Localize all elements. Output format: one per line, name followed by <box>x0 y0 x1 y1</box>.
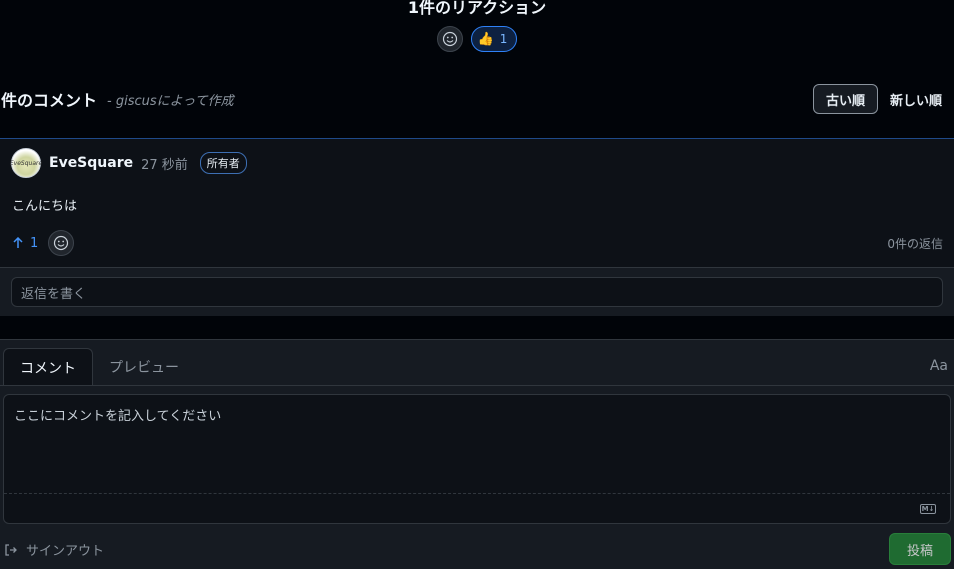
sort-group: 古い順 新しい順 <box>812 84 954 114</box>
reply-input[interactable]: 返信を書く <box>11 277 943 307</box>
comment-placeholder: ここにコメントを記入してください <box>14 409 222 424</box>
avatar[interactable]: EveSquare <box>10 148 42 178</box>
signout-label: サインアウト <box>26 544 105 559</box>
comments-header: 件のコメント - giscusによって作成 古い順 新しい順 <box>0 84 954 114</box>
thumbs-up-count: 1 <box>499 32 508 46</box>
thumbs-up-reaction-button[interactable]: 👍 1 <box>470 26 518 52</box>
sign-out-icon <box>5 543 17 556</box>
reply-count: 0件の返信 <box>887 237 943 251</box>
comment-card: EveSquare EveSquare 27 秒前 所有者 こんにちは 1 0件… <box>0 138 954 316</box>
upvote-button[interactable]: 1 <box>12 236 38 251</box>
comment-author[interactable]: EveSquare <box>49 155 133 171</box>
smiley-icon <box>54 235 69 251</box>
sort-oldest-button[interactable]: 古い順 <box>812 84 878 114</box>
comment-editor: コメント プレビュー Aa ここにコメントを記入してください M↓ サインアウト… <box>0 339 954 569</box>
comment-actions: 1 <box>12 230 75 256</box>
reactions-title: 1件のリアクション <box>407 0 547 17</box>
signout-button[interactable]: サインアウト <box>4 540 104 559</box>
textarea-divider <box>4 493 950 494</box>
comment-timestamp[interactable]: 27 秒前 <box>141 154 188 173</box>
thumbs-up-icon: 👍 <box>477 31 494 47</box>
sort-newest-button[interactable]: 新しい順 <box>878 84 954 114</box>
smiley-icon <box>442 31 457 47</box>
comment-body: こんにちは <box>12 199 78 214</box>
upvote-count: 1 <box>30 235 39 251</box>
add-reaction-button[interactable] <box>436 26 463 52</box>
tabs-divider <box>0 385 954 386</box>
editor-tabs: コメント プレビュー <box>3 348 195 386</box>
comment-header: EveSquare EveSquare 27 秒前 所有者 <box>10 148 247 178</box>
font-toggle-button[interactable]: Aa <box>930 358 948 374</box>
reactions-row: 👍 1 <box>0 26 954 52</box>
markdown-icon[interactable]: M↓ <box>920 504 936 514</box>
post-button[interactable]: 投稿 <box>889 533 951 565</box>
owner-badge: 所有者 <box>199 152 247 174</box>
comments-count-label: 件のコメント <box>1 91 98 110</box>
arrow-up-icon <box>13 237 23 248</box>
comment-textarea[interactable]: ここにコメントを記入してください M↓ <box>3 394 951 524</box>
powered-by-text: - giscusによって作成 <box>107 93 234 109</box>
tab-comment[interactable]: コメント <box>3 348 93 386</box>
tab-preview[interactable]: プレビュー <box>93 348 195 386</box>
comment-add-reaction-button[interactable] <box>48 230 75 256</box>
reply-area: 返信を書く <box>0 267 954 316</box>
